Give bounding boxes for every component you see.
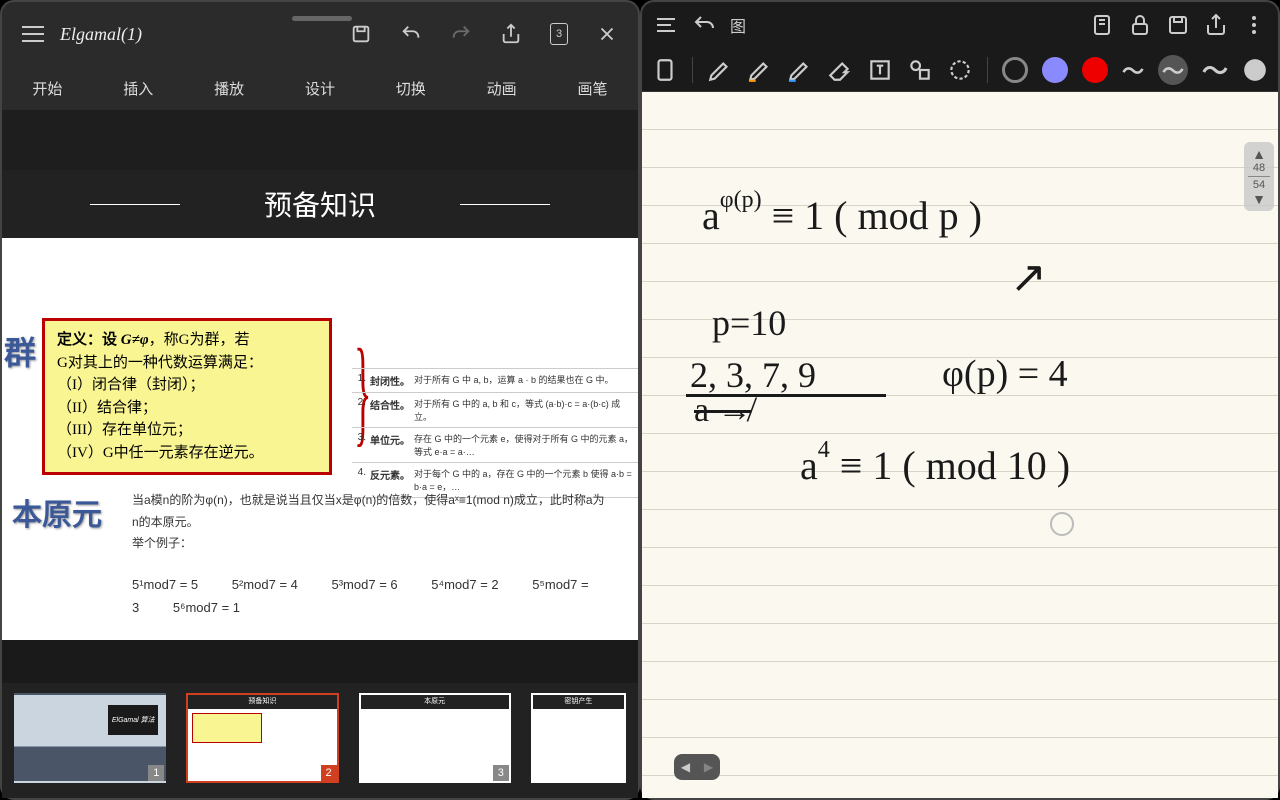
slide-canvas: 预备知识 群 本原元 定义：设 G≠φ，称G为群，若 G对其上的一种代数运算满足… <box>2 170 638 640</box>
lock-icon[interactable] <box>1128 13 1152 37</box>
scroll-total: 54 <box>1244 179 1274 191</box>
cursor-indicator <box>1050 512 1074 536</box>
nav-next-icon[interactable]: ▶ <box>697 754 720 780</box>
handwriting-eq1: aφ(p) ≡ 1 ( mod p ) <box>702 192 982 239</box>
right-titlebar: 图 <box>642 2 1278 48</box>
save-icon[interactable] <box>350 23 372 45</box>
export-icon[interactable] <box>1204 13 1228 37</box>
note-title: 图 <box>730 13 746 37</box>
notes-app: 图 〜 〜 〜 aφ(p) ≡ 1 ( mod p ) ↗ p=10 2, 3,… <box>640 0 1280 800</box>
nav-prev-icon[interactable]: ◀ <box>674 754 697 780</box>
handwriting-nums: 2, 3, 7, 9 <box>690 354 816 396</box>
tab-animation[interactable]: 动画 <box>487 78 517 99</box>
page-indicator-icon[interactable]: 3 <box>550 23 568 45</box>
undo-icon[interactable] <box>400 23 422 45</box>
handwriting-p10: p=10 <box>712 302 786 344</box>
shapes-icon[interactable] <box>907 57 933 83</box>
left-titlebar: Elgamal(1) 3 <box>2 2 638 66</box>
note-canvas[interactable]: aφ(p) ≡ 1 ( mod p ) ↗ p=10 2, 3, 7, 9 a … <box>642 92 1278 798</box>
color-blue[interactable] <box>1042 57 1068 83</box>
pen-icon[interactable] <box>707 57 733 83</box>
menu-icon[interactable] <box>654 13 678 37</box>
color-ring-gray[interactable] <box>1002 57 1028 83</box>
properties-table: 1.封闭性。对于所有 G 中 a, b，运算 a · b 的结果也在 G 中。 … <box>352 368 638 498</box>
eraser-icon[interactable] <box>827 57 853 83</box>
tab-transition[interactable]: 切换 <box>396 78 426 99</box>
tab-pen[interactable]: 画笔 <box>577 78 607 99</box>
scroll-down-icon[interactable]: ▼ <box>1244 191 1274 207</box>
highlighter-icon[interactable] <box>747 57 773 83</box>
thumbnail-strip[interactable]: ElGamal 算法 1 预备知识 2 本原元 3 密钥产生 <box>2 683 638 798</box>
stroke-thick[interactable]: 〜 <box>1202 51 1228 88</box>
tab-design[interactable]: 设计 <box>305 78 335 99</box>
stroke-thin[interactable]: 〜 <box>1122 54 1144 86</box>
page-icon[interactable] <box>652 57 678 83</box>
scroll-current: 48 <box>1244 162 1274 174</box>
thumbnail-3[interactable]: 本原元 3 <box>359 693 511 783</box>
handwriting-arrow: ↗ <box>1010 252 1047 303</box>
layers-icon[interactable] <box>1090 13 1114 37</box>
more-icon[interactable] <box>1242 13 1266 37</box>
primitive-root-text: 当a模n的阶为φ(n)，也就是说当且仅当x是φ(n)的倍数，使得aˣ≡1(mod… <box>132 490 608 620</box>
drag-handle[interactable] <box>292 16 352 21</box>
color-red[interactable] <box>1082 57 1108 83</box>
ribbon-tabs: 开始 插入 播放 设计 切换 动画 画笔 <box>2 66 638 110</box>
tab-start[interactable]: 开始 <box>32 78 62 99</box>
undo-icon[interactable] <box>692 13 716 37</box>
add-icon[interactable] <box>1242 57 1268 83</box>
definition-box: 定义：设 G≠φ，称G为群，若 G对其上的一种代数运算满足： （I）闭合律（封闭… <box>42 318 332 475</box>
stroke-medium[interactable]: 〜 <box>1158 55 1188 85</box>
redo-icon[interactable] <box>450 23 472 45</box>
save-icon[interactable] <box>1166 13 1190 37</box>
thumbnail-1[interactable]: ElGamal 算法 1 <box>14 693 166 783</box>
thumbnail-4[interactable]: 密钥产生 <box>531 693 626 783</box>
presentation-app: Elgamal(1) 3 开始 插入 播放 设计 切换 动画 画笔 预备知识 群… <box>0 0 640 800</box>
handwriting-a-crossed: a ↛ <box>694 392 752 430</box>
nav-pill[interactable]: ◀ ▶ <box>674 754 720 780</box>
tab-insert[interactable]: 插入 <box>123 78 153 99</box>
slide-title-banner: 预备知识 <box>2 170 638 238</box>
slide-area[interactable]: 预备知识 群 本原元 定义：设 G≠φ，称G为群，若 G对其上的一种代数运算满足… <box>2 110 638 683</box>
top-actions: 3 <box>350 23 618 45</box>
primitive-root-label: 本原元 <box>12 490 102 534</box>
lasso-icon[interactable] <box>947 57 973 83</box>
scroll-indicator[interactable]: ▲ 48 54 ▼ <box>1244 142 1274 211</box>
share-icon[interactable] <box>500 23 522 45</box>
handwriting-eq5: a4 ≡ 1 ( mod 10 ) <box>800 442 1070 489</box>
document-title: Elgamal(1) <box>60 24 350 45</box>
drawing-toolbar: 〜 〜 〜 <box>642 48 1278 92</box>
group-label: 群 <box>4 328 36 374</box>
close-icon[interactable] <box>596 23 618 45</box>
tab-play[interactable]: 播放 <box>214 78 244 99</box>
menu-icon[interactable] <box>22 26 44 42</box>
thumbnail-2[interactable]: 预备知识 2 <box>186 693 338 783</box>
slide-title: 预备知识 <box>264 184 376 224</box>
pencil-icon[interactable] <box>787 57 813 83</box>
handwriting-phi4: φ(p) = 4 <box>942 352 1068 396</box>
text-icon[interactable] <box>867 57 893 83</box>
scroll-up-icon[interactable]: ▲ <box>1244 146 1274 162</box>
